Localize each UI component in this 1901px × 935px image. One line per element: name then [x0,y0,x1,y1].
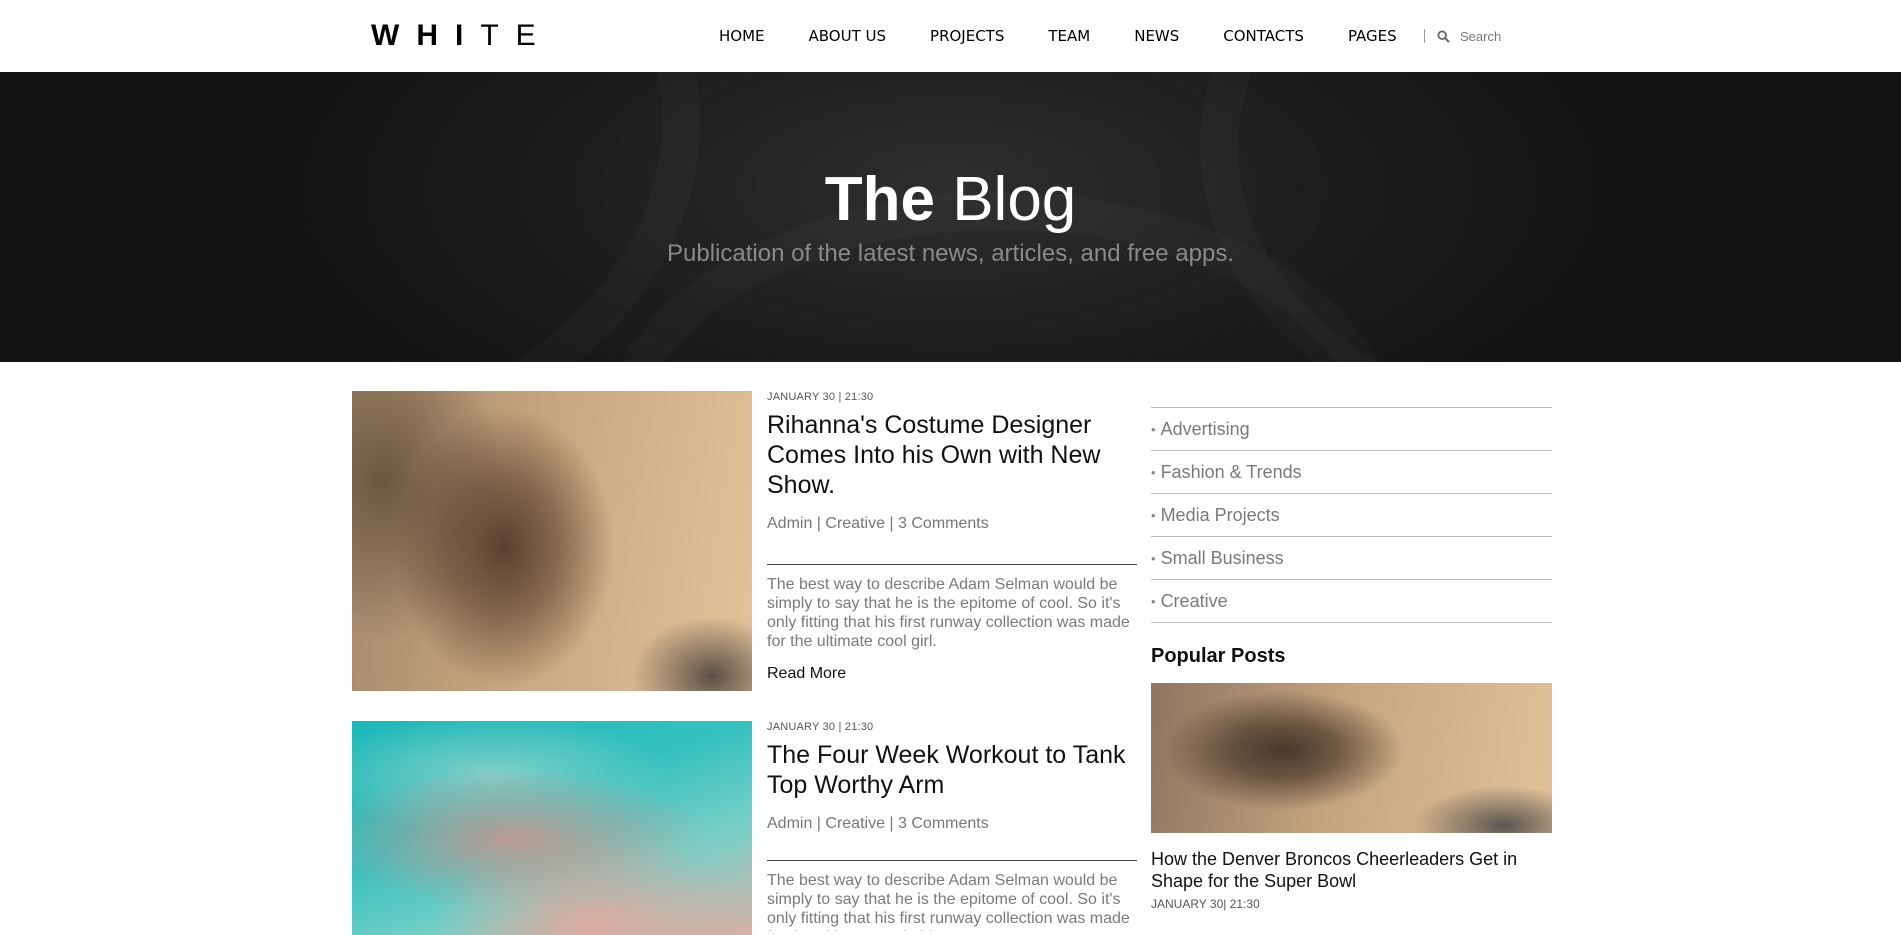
logo-light-part: TE [480,19,553,52]
bullet-icon: • [1151,464,1156,480]
heading-light: Posts [1231,645,1286,667]
title-strong: The [824,165,935,234]
popular-posts-heading: Popular Posts [1151,644,1552,668]
post-thumbnail[interactable] [352,391,752,691]
category-label: Small Business [1160,547,1284,568]
nav-team[interactable]: TEAM [1048,26,1090,46]
post-date: JANUARY 30 | 21:30 [767,721,874,733]
post-title[interactable]: The Four Week Workout to Tank Top Worthy… [767,740,1137,800]
category-item[interactable]: • Small Business [1151,537,1552,580]
popular-post-title[interactable]: How the Denver Broncos Cheerleaders Get … [1151,848,1552,892]
post-divider [767,860,1137,861]
search-input[interactable] [1460,28,1550,44]
blog-post: JANUARY 30 | 21:30 The Four Week Workout… [352,721,1137,935]
popular-post-date: JANUARY 30| 21:30 [1151,897,1260,911]
post-excerpt: The best way to describe Adam Selman wou… [767,576,1130,650]
blog-post: JANUARY 30 | 21:30 Rihanna's Costume Des… [352,391,1137,691]
main-nav: HOME ABOUT US PROJECTS TEAM NEWS CONTACT… [719,26,1397,46]
page-subtitle: Publication of the latest news, articles… [667,240,1234,267]
post-divider [767,564,1137,565]
category-label: Advertising [1160,418,1250,439]
site-header: WHITE HOME ABOUT US PROJECTS TEAM NEWS C… [0,0,1901,72]
site-logo[interactable]: WHITE [371,18,553,54]
search-divider [1424,29,1425,43]
bullet-icon: • [1151,421,1156,437]
nav-about-us[interactable]: ABOUT US [809,26,887,46]
category-item[interactable]: • Creative [1151,580,1552,623]
category-label: Fashion & Trends [1160,461,1302,482]
post-content: JANUARY 30 | 21:30 The Four Week Workout… [767,721,1137,931]
category-list: • Advertising • Fashion & Trends • Media Pr… [1151,407,1552,623]
category-label: Media Projects [1160,504,1280,525]
category-label: Creative [1160,590,1228,611]
logo-bold-part: WHI [371,19,481,52]
page-title: The Blog [0,164,1901,236]
bullet-icon: • [1151,550,1156,566]
hero-banner: The Blog Publication of the latest news,… [0,72,1901,362]
category-item[interactable]: • Fashion & Trends [1151,451,1552,494]
sidebar: • Advertising • Fashion & Trends • Media Pr… [1151,407,1552,911]
post-byline: Admin | Creative | 3 Comments [767,815,989,832]
popular-post-thumbnail[interactable] [1151,683,1552,833]
read-more-link[interactable]: Read More [767,665,846,683]
nav-home[interactable]: HOME [719,26,765,46]
heading-bold: Popular [1151,645,1226,667]
post-title[interactable]: Rihanna's Costume Designer Comes Into hi… [767,410,1137,500]
category-item[interactable]: • Advertising [1151,408,1552,451]
search-icon[interactable] [1437,29,1450,43]
title-light: Blog [952,165,1077,234]
nav-contacts[interactable]: CONTACTS [1223,26,1304,46]
category-item[interactable]: • Media Projects [1151,494,1552,537]
nav-pages[interactable]: PAGES [1348,26,1397,46]
post-thumbnail[interactable] [352,721,752,935]
search-box [1424,26,1550,46]
bullet-icon: • [1151,593,1156,609]
post-excerpt: The best way to describe Adam Selman wou… [767,872,1130,931]
post-content: JANUARY 30 | 21:30 Rihanna's Costume Des… [767,391,1137,683]
nav-news[interactable]: NEWS [1134,26,1179,46]
nav-projects[interactable]: PROJECTS [930,26,1004,46]
post-byline: Admin | Creative | 3 Comments [767,515,989,532]
bullet-icon: • [1151,507,1156,523]
post-date: JANUARY 30 | 21:30 [767,391,874,403]
